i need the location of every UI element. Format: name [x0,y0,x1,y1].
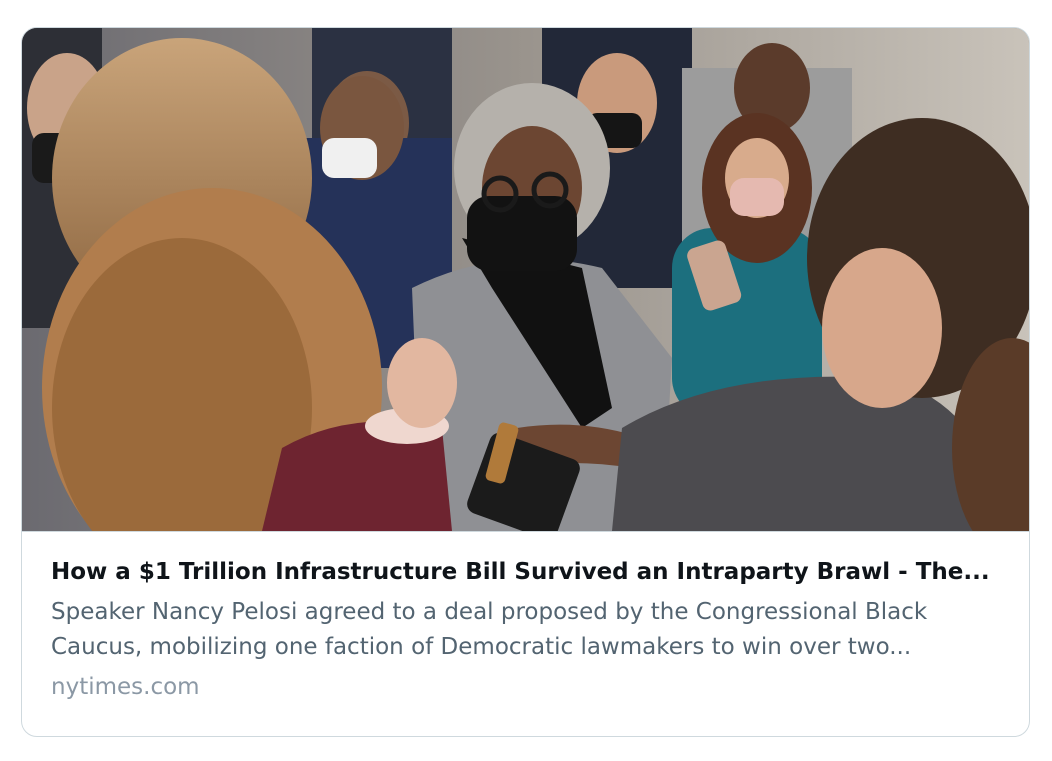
card-divider [22,531,1029,532]
card-domain: nytimes.com [51,674,200,700]
card-thumbnail-image[interactable] [22,28,1029,531]
card-title[interactable]: How a $1 Trillion Infrastructure Bill Su… [51,556,1006,588]
card-description: Speaker Nancy Pelosi agreed to a deal pr… [51,599,928,660]
link-preview-card[interactable]: How a $1 Trillion Infrastructure Bill Su… [21,27,1030,737]
news-photo-image [22,28,1029,531]
card-text-body[interactable]: How a $1 Trillion Infrastructure Bill Su… [51,556,1006,703]
